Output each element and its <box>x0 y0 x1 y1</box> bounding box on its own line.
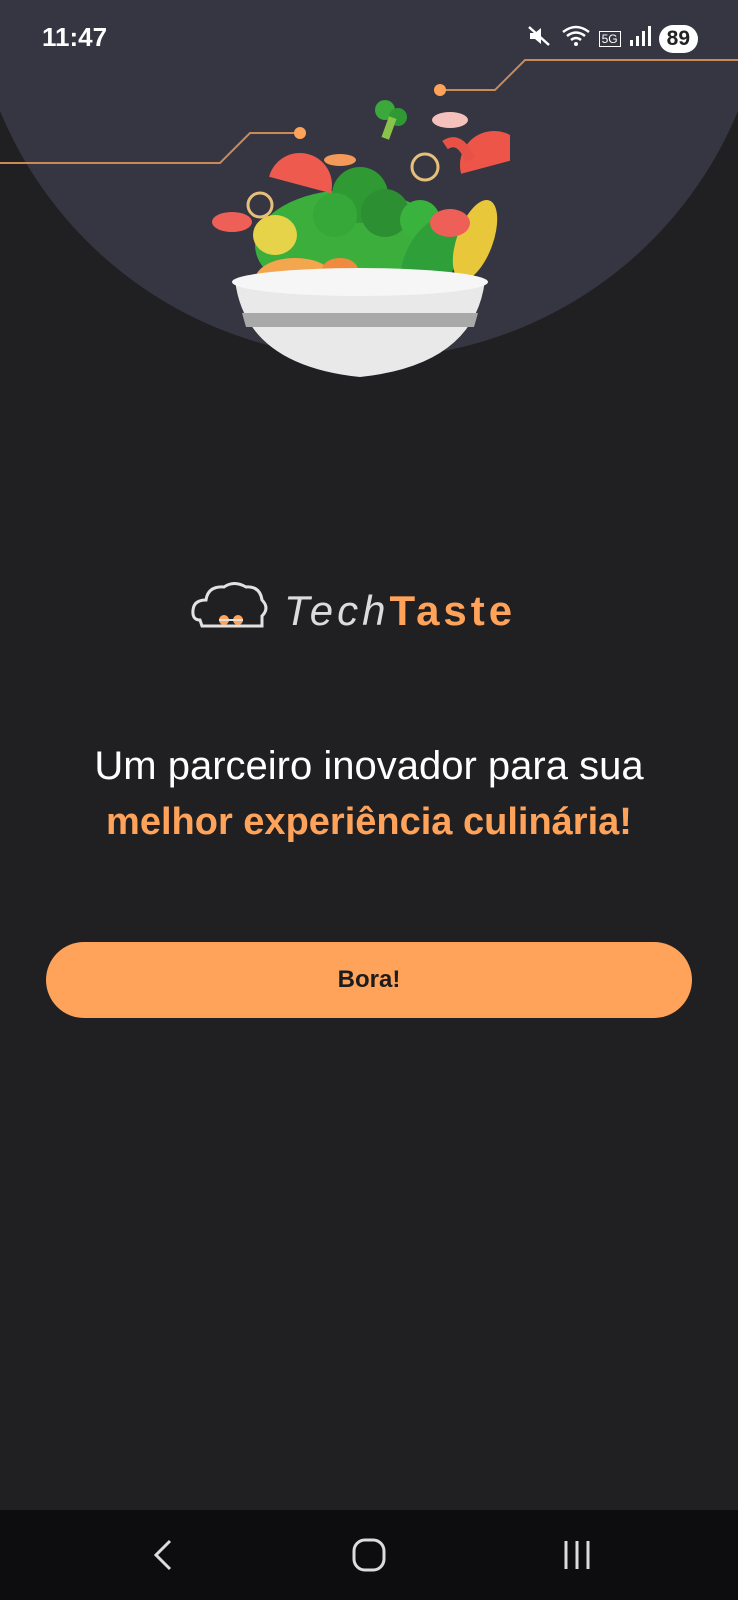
brand-logo: TechTaste <box>190 580 516 641</box>
mute-icon <box>527 24 553 53</box>
back-icon[interactable] <box>133 1530 193 1580</box>
status-time: 11:47 <box>42 22 108 52</box>
recents-icon[interactable] <box>547 1530 607 1580</box>
brand-name-part1: Tech <box>284 586 390 634</box>
chef-hat-icon <box>190 580 270 641</box>
home-icon[interactable] <box>339 1530 399 1580</box>
bora-button[interactable]: Bora! <box>46 942 692 1018</box>
tagline-line2: melhor experiência culinária! <box>106 801 632 843</box>
tagline-line1: Um parceiro inovador para sua <box>94 744 644 788</box>
status-bar: 11:47 5G 89 <box>0 0 738 78</box>
wifi-icon <box>561 24 591 53</box>
brand-name: TechTaste <box>284 587 516 635</box>
network-label: 5G <box>598 30 621 47</box>
signal-icon <box>629 25 651 52</box>
navigation-bar <box>0 1510 738 1600</box>
status-icons: 5G 89 <box>527 24 698 53</box>
brand-name-part2: Taste <box>389 586 517 634</box>
battery-icon: 89 <box>658 24 698 53</box>
welcome-screen: 11:47 5G 89 TechTaste Um parceiro inovad… <box>0 0 738 1600</box>
salad-bowl-illustration <box>212 100 510 377</box>
tagline: Um parceiro inovador para sua melhor exp… <box>0 740 738 852</box>
